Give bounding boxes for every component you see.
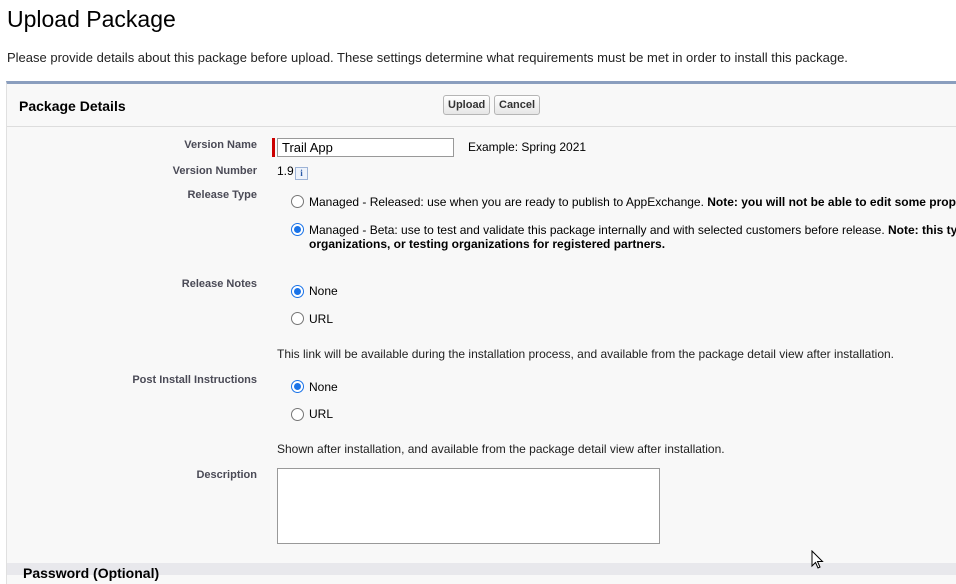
version-number-value: 1.9 — [277, 164, 294, 178]
description-label: Description — [196, 469, 257, 481]
info-icon[interactable]: i — [295, 167, 308, 180]
version-name-example: Example: Spring 2021 — [468, 140, 587, 154]
post-install-url-radio[interactable] — [291, 408, 304, 421]
post-install-none-radio[interactable] — [291, 380, 304, 393]
cancel-button[interactable]: Cancel — [494, 95, 541, 115]
release-notes-none-option: None — [309, 284, 338, 298]
mouse-cursor-icon — [811, 550, 824, 569]
version-name-label: Version Name — [184, 139, 257, 151]
password-section-title: Password (Optional) — [23, 565, 160, 581]
version-name-input[interactable] — [277, 138, 454, 157]
release-notes-label: Release Notes — [181, 278, 257, 290]
option-text: Managed - Released: use when you are rea… — [309, 195, 708, 209]
panel-header: Package Details Upload Cancel — [7, 84, 956, 127]
release-type-managed-beta-radio[interactable] — [291, 223, 304, 236]
page-title: Upload Package — [7, 6, 176, 32]
option-note: Note: you will not be able to edit some … — [707, 195, 956, 209]
release-notes-none-radio[interactable] — [291, 285, 304, 298]
panel-title: Package Details — [19, 98, 126, 114]
release-notes-help: This link will be available during the i… — [277, 347, 895, 361]
post-install-label: Post Install Instructions — [132, 374, 257, 386]
description-textarea[interactable] — [277, 468, 660, 544]
option-text: Managed - Beta: use to test and validate… — [309, 223, 888, 237]
release-type-label: Release Type — [187, 189, 257, 201]
release-type-managed-beta-note-line2: organizations, or testing organizations … — [309, 237, 666, 251]
release-type-managed-released-option: Managed - Released: use when you are rea… — [309, 195, 956, 209]
post-install-help: Shown after installation, and available … — [277, 442, 725, 456]
release-type-managed-beta-option: Managed - Beta: use to test and validate… — [309, 223, 956, 237]
post-install-none-option: None — [309, 380, 338, 394]
release-type-managed-released-radio[interactable] — [291, 195, 304, 208]
upload-button[interactable]: Upload — [443, 95, 491, 115]
release-notes-url-option: URL — [309, 312, 334, 326]
post-install-url-option: URL — [309, 407, 334, 421]
release-notes-url-radio[interactable] — [291, 312, 304, 325]
required-indicator — [272, 138, 275, 157]
version-number-label: Version Number — [172, 165, 257, 177]
option-note: Note: this ty — [888, 223, 956, 237]
page-subtitle: Please provide details about this packag… — [7, 50, 848, 65]
version-name-field-wrap — [272, 138, 454, 157]
